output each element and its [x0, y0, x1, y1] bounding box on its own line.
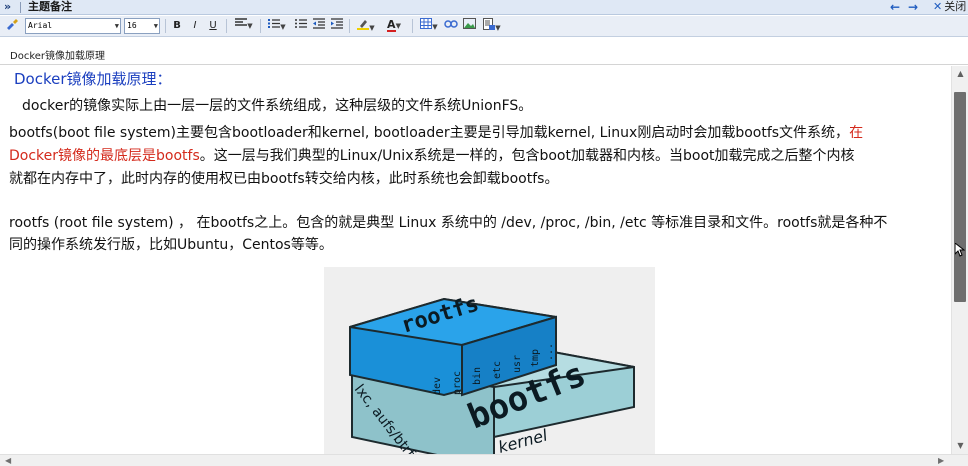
highlight-icon[interactable]: ▼ [354, 18, 378, 34]
divider [349, 19, 350, 33]
paragraph-1: docker的镜像实际上由一层一层的文件系统组成，这种层级的文件系统UnionF… [22, 98, 533, 114]
expand-icon[interactable]: » [4, 0, 11, 14]
vertical-scrollbar[interactable]: ▲ ▼ [951, 66, 968, 454]
scroll-right-icon[interactable]: ▶ [938, 455, 944, 466]
font-color-icon[interactable]: A▼ [382, 18, 406, 34]
link-icon[interactable] [443, 18, 459, 34]
divider [165, 19, 166, 33]
docker-layers-diagram: rootfs dev proc bin etc usr tmp ... boot… [324, 267, 655, 454]
italic-button[interactable]: I [188, 18, 202, 34]
note-heading: Docker镜像加载原理： [14, 70, 172, 88]
mouse-cursor-icon [955, 243, 965, 257]
font-size-value: 16 [127, 21, 137, 30]
numbered-list-icon[interactable]: ▼ [265, 18, 289, 34]
format-painter-icon[interactable] [4, 18, 20, 34]
dir-label: bin [472, 367, 483, 385]
title-bar: » 主题备注 ← → ✕ 关闭 [0, 0, 968, 15]
dir-label: proc [452, 371, 463, 395]
scroll-up-icon[interactable]: ▲ [952, 66, 968, 82]
paragraph-2-text: 。这一层与我们典型的Linux/Unix系统是一样的，包含boot加载器和内核。… [199, 148, 855, 164]
scroll-down-icon[interactable]: ▼ [952, 438, 968, 454]
subject-bar[interactable]: Docker镜像加载原理 [0, 43, 968, 65]
dir-label: tmp [530, 349, 541, 367]
close-button[interactable]: ✕ 关闭 [933, 0, 966, 14]
horizontal-scrollbar[interactable]: ◀ ▶ [0, 454, 968, 466]
chevron-down-icon: ▼ [114, 22, 119, 30]
highlighted-text: 在 [849, 125, 864, 141]
highlighted-text: Docker镜像的最底层是bootfs [9, 148, 200, 164]
scrollbar-thumb[interactable] [954, 92, 966, 302]
chevron-down-icon: ▼ [153, 22, 158, 30]
paragraph-2-text: bootfs(boot file system)主要包含bootloader和k… [9, 125, 850, 141]
panel-title: 主题备注 [28, 0, 72, 13]
align-icon[interactable]: ▼ [232, 18, 256, 34]
dir-label: etc [492, 361, 503, 379]
paragraph-3-line-1: rootfs (root file system) ， 在bootfs之上。包含… [9, 215, 888, 231]
forward-icon[interactable]: → [908, 0, 918, 14]
note-content[interactable]: Docker镜像加载原理： docker的镜像实际上由一层一层的文件系统组成，这… [0, 66, 950, 454]
bold-button[interactable]: B [170, 18, 184, 34]
scroll-left-icon[interactable]: ◀ [5, 455, 11, 466]
image-icon[interactable] [461, 18, 477, 34]
font-size-select[interactable]: 16 ▼ [124, 18, 160, 34]
divider [226, 19, 227, 33]
layers-illustration: rootfs dev proc bin etc usr tmp ... boot… [349, 292, 635, 454]
table-icon[interactable]: ▼ [417, 18, 441, 34]
font-family-select[interactable]: Arial ▼ [25, 18, 121, 34]
dir-label: ... [544, 343, 555, 361]
indent-icon[interactable] [329, 18, 345, 34]
underline-button[interactable]: U [206, 18, 220, 34]
close-icon: ✕ [933, 0, 943, 13]
back-icon[interactable]: ← [890, 0, 900, 14]
dir-label: dev [432, 377, 443, 395]
close-label: 关闭 [944, 0, 967, 13]
paragraph-2-line-2: Docker镜像的最底层是bootfs。这一层与我们典型的Linux/Unix系… [9, 146, 855, 167]
formatting-toolbar: Arial ▼ 16 ▼ B I U ▼ ▼ ▼ A▼ ▼ ▼ [0, 16, 968, 37]
subject-text: Docker镜像加载原理 [10, 51, 106, 62]
paragraph-2-line-1: bootfs(boot file system)主要包含bootloader和k… [9, 123, 863, 144]
divider [412, 19, 413, 33]
paragraph-3-line-2: 同的操作系统发行版，比如Ubuntu，Centos等等。 [9, 237, 333, 253]
divider [20, 2, 21, 13]
bullet-list-icon[interactable] [293, 18, 309, 34]
paragraph-2-line-3: 就都在内存中了，此时内存的使用权已由bootfs转交给内核，此时系统也会卸载bo… [9, 171, 559, 187]
dir-label: usr [512, 355, 523, 373]
outdent-icon[interactable] [311, 18, 327, 34]
insert-icon[interactable]: ▼ [480, 18, 504, 34]
font-family-value: Arial [28, 21, 53, 30]
divider [260, 19, 261, 33]
